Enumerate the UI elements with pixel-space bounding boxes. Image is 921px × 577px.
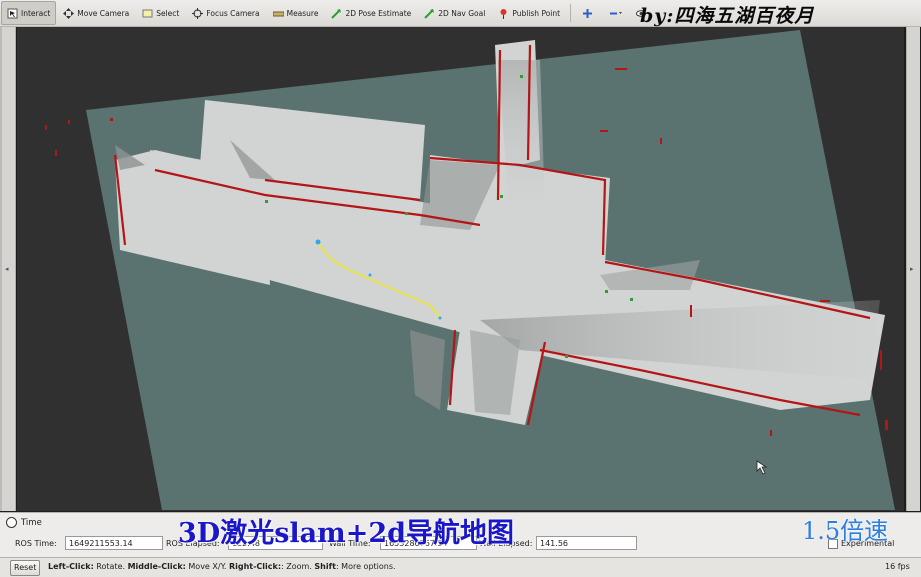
obstacle-dot xyxy=(55,150,57,156)
toolbar-separator xyxy=(570,4,572,22)
fps-counter: 16 fps xyxy=(885,562,910,571)
clock-icon xyxy=(6,517,17,528)
obstacle-dot xyxy=(660,138,662,144)
hint-shift: Shift xyxy=(314,562,336,571)
hint-shift-action: : More options. xyxy=(335,562,396,571)
playback-speed-overlay: 1.5倍速 xyxy=(802,517,889,545)
obstacle-dot xyxy=(820,300,830,302)
publish-point-icon xyxy=(498,8,509,19)
hint-middle-action: Move X/Y. xyxy=(185,562,229,571)
tool-publish-point[interactable]: Publish Point xyxy=(492,1,566,25)
green-point xyxy=(630,298,633,301)
green-point xyxy=(565,355,568,358)
mouse-hint: Left-Click: Rotate. Middle-Click: Move X… xyxy=(48,562,396,571)
tool-2d-pose-estimate[interactable]: 2D Pose Estimate xyxy=(325,1,417,25)
hint-right-click: Right-Click: xyxy=(228,562,282,571)
add-tool-icon xyxy=(582,8,593,19)
remove-tool-icon xyxy=(609,8,623,19)
obstacle-dot xyxy=(110,118,113,121)
tool-interact[interactable]: Interact xyxy=(1,1,57,25)
remove-tool-button[interactable] xyxy=(603,1,629,25)
left-panel-handle[interactable]: ◂ xyxy=(2,27,16,511)
obstacle-dot xyxy=(600,130,608,132)
tool-select[interactable]: Select xyxy=(136,1,185,25)
time-panel-title: Time xyxy=(21,517,42,528)
obstacle-dot xyxy=(770,430,772,436)
green-point xyxy=(500,195,503,198)
hint-left-click: Left-Click: xyxy=(48,562,94,571)
right-panel-handle[interactable]: ▸ xyxy=(906,27,920,511)
green-point xyxy=(405,212,408,215)
status-bar: Reset Left-Click: Rotate. Middle-Click: … xyxy=(0,557,921,577)
add-tool-button[interactable] xyxy=(576,1,602,25)
obstacle-dot xyxy=(615,68,627,70)
hint-left-action: Rotate. xyxy=(93,562,128,571)
move-camera-icon xyxy=(63,7,75,19)
tool-move-camera[interactable]: Move Camera xyxy=(57,1,135,25)
green-point xyxy=(605,290,608,293)
ros-time-field[interactable]: 1649211553.14 xyxy=(65,536,163,550)
collapse-right-icon: ▸ xyxy=(910,265,914,273)
obstacle-dot xyxy=(45,125,47,130)
obstacle-dot xyxy=(885,420,888,430)
time-panel-header: Time xyxy=(6,517,42,528)
interact-icon xyxy=(7,8,18,19)
obstacle-dot xyxy=(68,120,70,124)
3d-render-viewport[interactable] xyxy=(17,27,904,511)
tool-measure[interactable]: Measure xyxy=(267,1,325,25)
path-waypoint xyxy=(368,273,372,277)
collapse-left-icon: ◂ xyxy=(5,265,9,273)
wall-elapsed-field[interactable]: 141.56 xyxy=(536,536,637,550)
hint-middle-click: Middle-Click: xyxy=(127,562,186,571)
focus-camera-icon xyxy=(192,7,204,19)
video-title-overlay: 3D激光slam+2d导航地图 xyxy=(178,518,515,549)
path-waypoint xyxy=(438,316,442,320)
select-icon xyxy=(142,8,153,19)
nav-goal-icon xyxy=(424,8,435,19)
ros-time-label: ROS Time: xyxy=(15,539,57,548)
tool-focus-camera[interactable]: Focus Camera xyxy=(186,1,265,25)
green-point xyxy=(265,200,268,203)
pose-estimate-icon xyxy=(331,8,342,19)
occupancy-map xyxy=(45,30,895,510)
green-point xyxy=(520,75,523,78)
measure-icon xyxy=(272,8,285,19)
obstacle-dot xyxy=(880,350,882,370)
tool-2d-nav-goal[interactable]: 2D Nav Goal xyxy=(418,1,491,25)
hint-right-action: : Zoom. xyxy=(281,562,315,571)
reset-button[interactable]: Reset xyxy=(10,560,41,576)
watermark-top: by:四海五湖百夜月 xyxy=(640,5,815,27)
robot-marker xyxy=(315,239,321,245)
obstacle-dot xyxy=(690,305,692,317)
